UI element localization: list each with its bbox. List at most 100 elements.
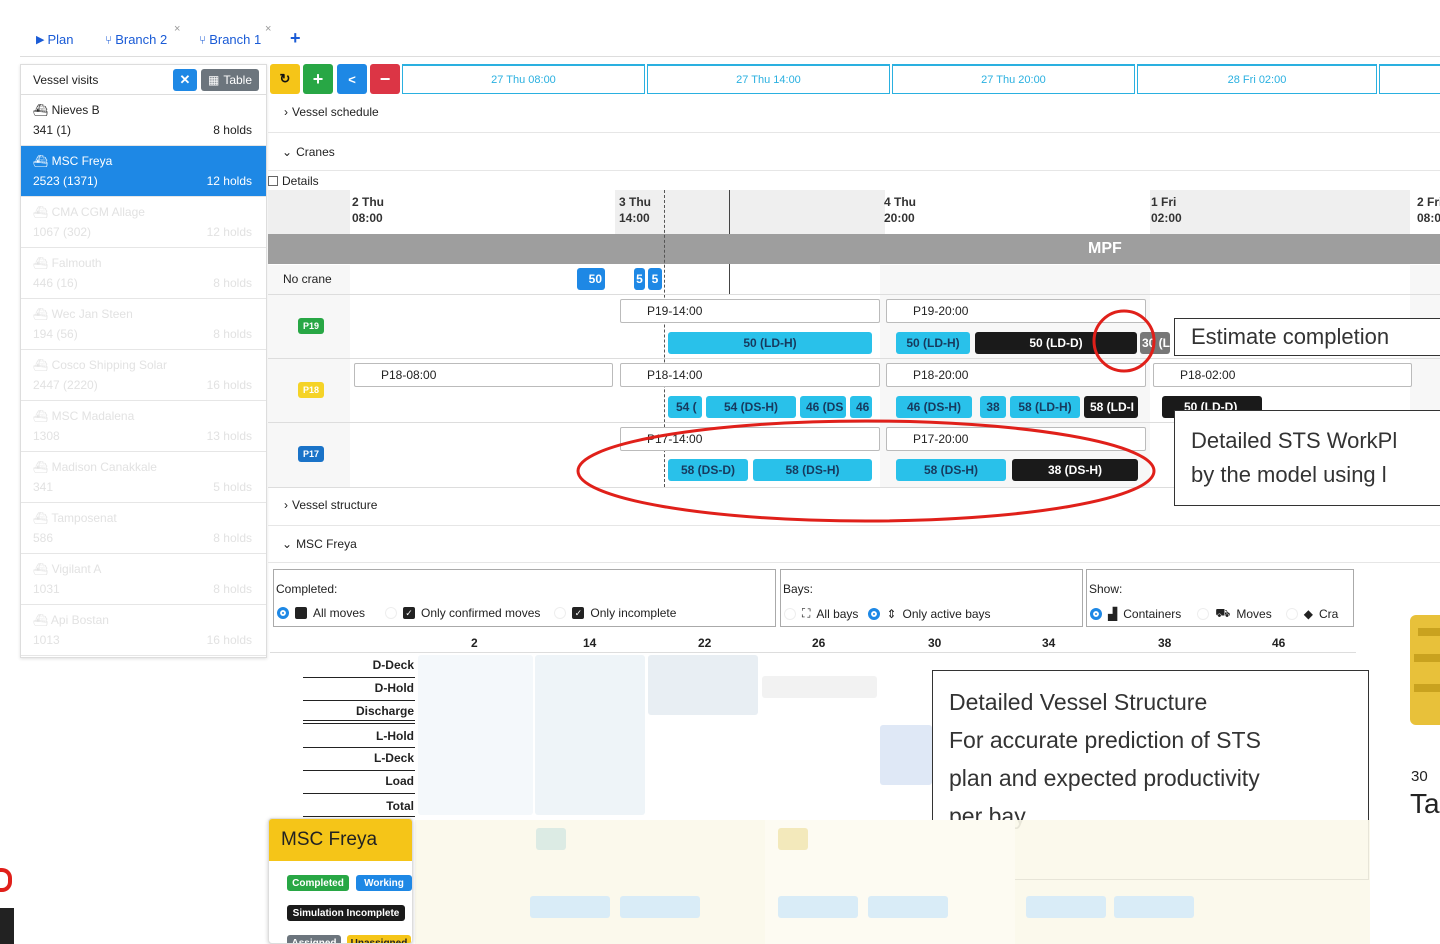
work-bar[interactable]: 46 (DS	[800, 396, 846, 418]
workplan-label: P18-02:00	[1180, 368, 1236, 382]
row-line	[303, 816, 415, 817]
timeline-label: 27 Thu 08:00	[491, 73, 556, 86]
gantt-band	[615, 190, 885, 234]
timeline-slot[interactable]: 27 Thu 08:00	[402, 64, 645, 94]
radio-selected-icon[interactable]	[277, 607, 289, 619]
work-bar[interactable]: 58 (DS-D)	[668, 459, 748, 481]
ship-icon: ⛴	[33, 409, 49, 423]
app-root: ▶ Plan ⑂ Branch 2 × ⑂ Branch 1 × + Vesse…	[0, 0, 1440, 944]
tab-branch-2[interactable]: ⑂ Branch 2	[105, 32, 167, 47]
radio-icon[interactable]	[385, 607, 398, 619]
work-bar[interactable]: 30 (L	[1140, 332, 1170, 354]
back-button[interactable]: <	[337, 64, 367, 94]
vessel-list-item[interactable]: ⛴ MSC Freya 2523 (1371) 12 holds	[21, 146, 266, 197]
work-bar[interactable]: 58 (DS-H)	[753, 459, 872, 481]
refresh-icon: ↻	[279, 71, 291, 86]
close-icon[interactable]: ×	[174, 23, 180, 35]
vessel-list-item[interactable]: ⛴ Wec Jan Steen 194 (56) 8 holds	[21, 299, 266, 350]
refresh-button[interactable]: ↻	[270, 64, 300, 94]
unassigned-chip[interactable]: 50	[577, 268, 605, 290]
workplan-box[interactable]: P18-20:00	[886, 363, 1146, 387]
vessel-list-item[interactable]: ⛴ Api Bostan 1013 16 holds	[21, 605, 266, 656]
timeline-slot[interactable]: 27 Thu 20:00	[892, 64, 1135, 94]
workplan-box[interactable]: P18-08:00	[354, 363, 613, 387]
vessel-visits-panel: Vessel visits ✕ ▦ Table ⛴ Nieves B 341 (1)…	[20, 64, 267, 658]
vessel-list-item[interactable]: ⛴ Nieves B 341 (1) 8 holds	[21, 95, 266, 146]
vessel-list-item[interactable]: ⛴ Cosco Shipping Solar 2447 (2220) 16 hold…	[21, 350, 266, 401]
work-bar[interactable]: 54 (	[668, 396, 702, 418]
filter-option[interactable]: Only confirmed moves	[421, 606, 540, 620]
timeline-slot[interactable]	[1379, 64, 1440, 94]
tab-branch-1-label: Branch 1	[209, 32, 262, 47]
work-bar[interactable]: 58 (DS-H)	[896, 459, 1006, 481]
filter-option[interactable]: Moves	[1236, 607, 1271, 621]
workplan-box[interactable]: P19-20:00	[886, 299, 1146, 323]
work-bar[interactable]: 50 (LD-H)	[668, 332, 872, 354]
tab-branch-1[interactable]: ⑂ Branch 1	[199, 32, 261, 47]
vessel-list-item[interactable]: ⛴ Falmouth 446 (16) 8 holds	[21, 248, 266, 299]
vessel-structure-toggle[interactable]: › Vessel structure	[284, 498, 377, 512]
row-label: L-Hold	[376, 729, 414, 743]
vessel-holds: 12 holds	[206, 225, 252, 239]
details-checkbox[interactable]: Details	[268, 174, 319, 188]
vessel-card[interactable]: MSC Freya Completed Working Simulation I…	[268, 818, 413, 944]
unassigned-chip[interactable]: 5	[634, 268, 645, 290]
table-view-button[interactable]: ▦ Table	[201, 69, 259, 91]
radio-icon[interactable]	[1285, 608, 1298, 620]
vessel-list-item[interactable]: ⛴ MSC Madalena 1308 13 holds	[21, 401, 266, 452]
work-bar[interactable]: 50 (LD-D)	[975, 332, 1137, 354]
crane-time: 08:00	[352, 211, 383, 225]
row-label: Discharge	[355, 704, 414, 718]
work-bar[interactable]: 38	[980, 396, 1006, 418]
close-icon[interactable]: ×	[265, 23, 271, 35]
work-bar[interactable]: 46	[850, 396, 872, 418]
vessel-list-item[interactable]: ⛴ Tamposenat 586 8 holds	[21, 503, 266, 554]
vessel-list-item[interactable]: ⛴ Madison Canakkale 341 5 holds	[21, 452, 266, 503]
vessel-list-item[interactable]: ⛴ Vigilant A 1031 8 holds	[21, 554, 266, 605]
unassigned-chip[interactable]: 5	[648, 268, 662, 290]
filter-option[interactable]: Cra	[1319, 607, 1338, 621]
workplan-box[interactable]: P19-14:00	[620, 299, 880, 323]
tag-icon: ◆	[1303, 607, 1313, 621]
filter-option[interactable]: All bays	[816, 607, 858, 621]
work-bar[interactable]: 38 (DS-H)	[1012, 459, 1138, 481]
vessel-list-item[interactable]: ⛴ CMA CGM Allage 1067 (302) 12 holds	[21, 197, 266, 248]
vessel-count: 1067 (302)	[33, 225, 92, 239]
clear-button[interactable]: ✕	[173, 69, 197, 91]
msc-freya-toggle[interactable]: ⌄ MSC Freya	[282, 537, 357, 551]
chevron-down-icon: ⌄	[282, 145, 293, 159]
workplan-box[interactable]: P17-14:00	[620, 427, 880, 451]
timeline-slot[interactable]: 28 Fri 02:00	[1137, 64, 1377, 94]
workplan-box[interactable]: P18-14:00	[620, 363, 880, 387]
radio-icon[interactable]	[554, 607, 567, 619]
minus-icon: −	[379, 68, 391, 89]
radio-icon[interactable]	[1197, 608, 1210, 620]
bay-cell	[880, 725, 932, 785]
tab-plan[interactable]: ▶ Plan	[36, 32, 74, 47]
remove-button[interactable]: −	[370, 64, 400, 94]
vessel-schedule-toggle[interactable]: › Vessel schedule	[284, 105, 379, 119]
add-tab-button[interactable]: +	[290, 28, 301, 49]
filter-option[interactable]: Only incomplete	[590, 606, 676, 620]
filter-option[interactable]: All moves	[313, 606, 365, 620]
filter-option[interactable]: Only active bays	[903, 607, 991, 621]
radio-selected-icon[interactable]	[868, 607, 881, 620]
work-bar[interactable]: 58 (LD-I	[1084, 396, 1138, 418]
work-bar[interactable]: 54 (DS-H)	[706, 396, 796, 418]
vessel-name: ⛴ CMA CGM Allage	[33, 205, 145, 219]
show-filter: Show: ▟ Containers ⛟ Moves ◆ Cra	[1086, 569, 1354, 627]
work-bar[interactable]: 46 (DS-H)	[896, 396, 972, 418]
radio-selected-icon[interactable]	[1090, 608, 1102, 620]
work-bar[interactable]: 58 (LD-H)	[1010, 396, 1080, 418]
radio-icon[interactable]	[784, 607, 796, 620]
work-bar[interactable]: 50 (LD-H)	[896, 332, 970, 354]
workplan-box[interactable]: P17-20:00	[886, 427, 1146, 451]
workplan-box[interactable]: P18-02:00	[1153, 363, 1412, 387]
callout-text: plan and expected productivity	[949, 765, 1260, 791]
add-button[interactable]: +	[303, 64, 333, 94]
expand-icon: ⛶	[802, 606, 811, 620]
filter-option[interactable]: Containers	[1123, 607, 1181, 621]
cranes-toggle[interactable]: ⌄ Cranes	[282, 145, 335, 159]
bay-column: 26	[812, 636, 826, 650]
timeline-slot[interactable]: 27 Thu 14:00	[647, 64, 890, 94]
